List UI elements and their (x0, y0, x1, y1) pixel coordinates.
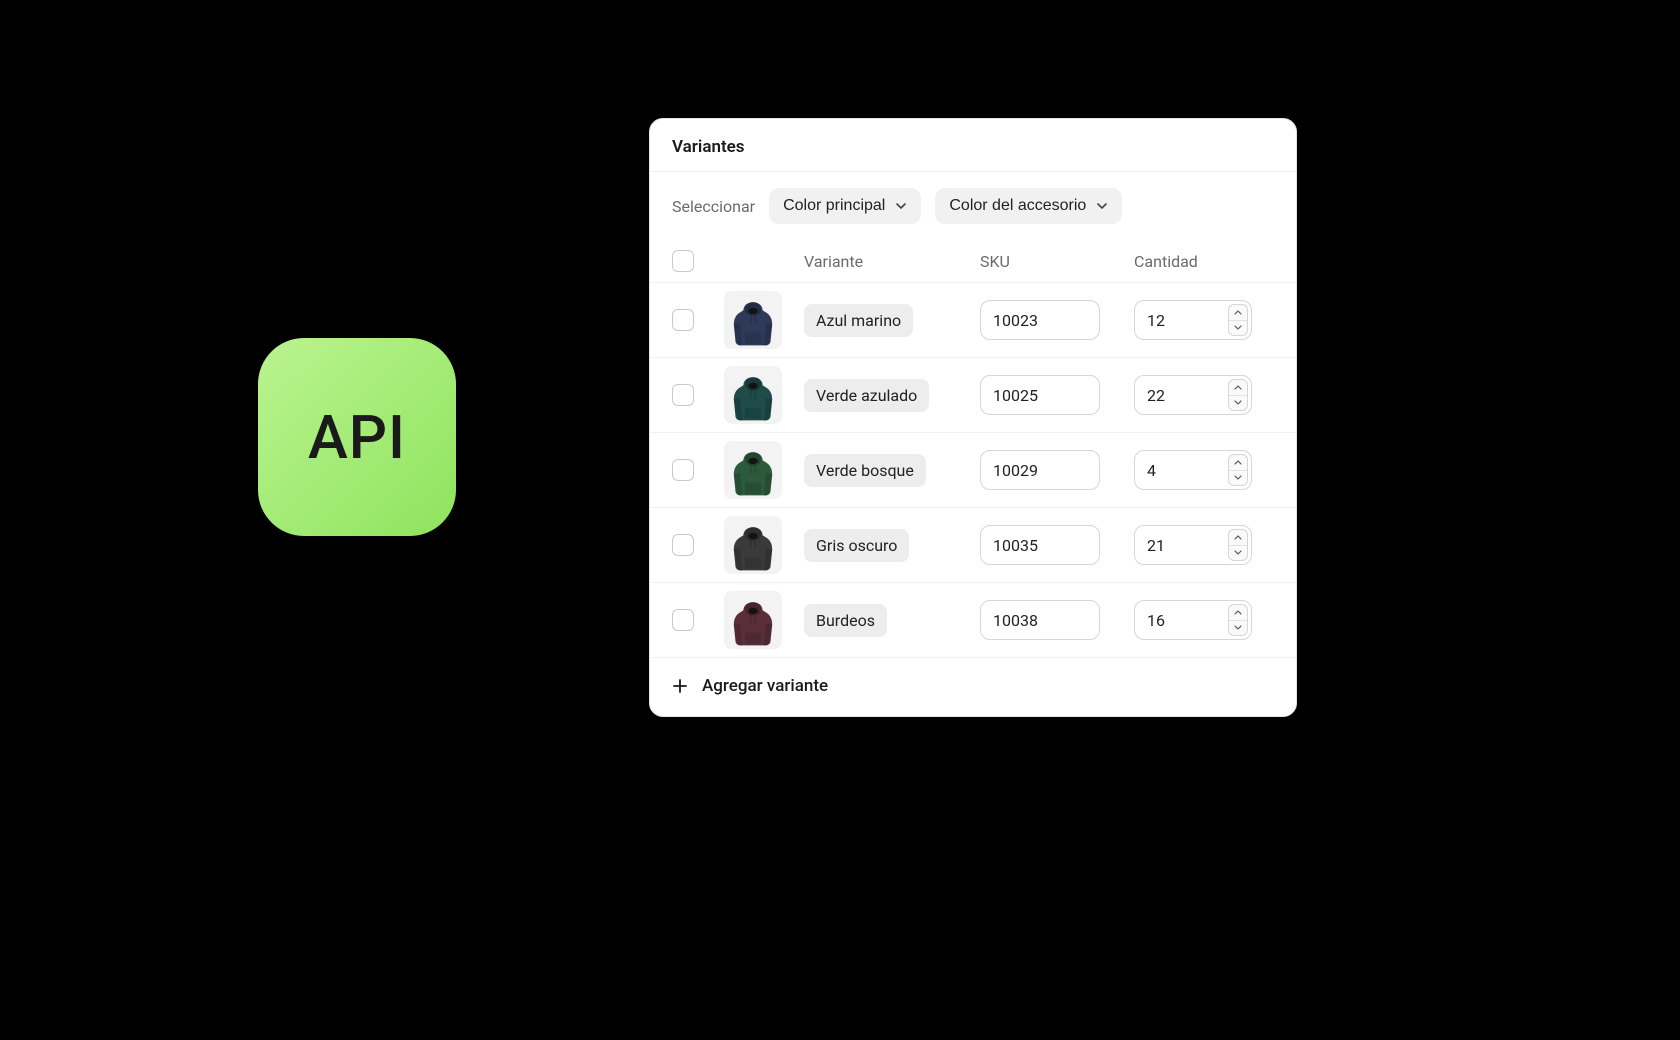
chevron-up-icon (1234, 460, 1242, 465)
hoodie-icon (729, 597, 777, 649)
chevron-down-icon (1234, 550, 1242, 555)
hoodie-icon (729, 447, 777, 499)
table-row: Verde azulado 10025 22 (650, 357, 1296, 432)
variant-name-chip: Verde bosque (804, 454, 926, 487)
stepper-down-button[interactable] (1229, 471, 1247, 486)
chevron-up-icon (1234, 535, 1242, 540)
table-header: Variante SKU Cantidad (650, 240, 1296, 282)
chevron-up-icon (1234, 310, 1242, 315)
primary-color-select-label: Color principal (783, 197, 885, 215)
sku-input[interactable]: 10029 (980, 450, 1100, 490)
add-variant-label: Agregar variante (702, 676, 828, 696)
stepper-up-button[interactable] (1229, 605, 1247, 621)
column-header-variant: Variante (804, 252, 976, 271)
quantity-stepper[interactable]: 16 (1134, 600, 1252, 640)
chevron-down-icon (1234, 325, 1242, 330)
row-checkbox[interactable] (672, 534, 694, 556)
variant-thumbnail (724, 591, 782, 649)
sku-input[interactable]: 10035 (980, 525, 1100, 565)
variant-name-chip: Verde azulado (804, 379, 929, 412)
hoodie-icon (729, 372, 777, 424)
quantity-stepper[interactable]: 21 (1134, 525, 1252, 565)
table-body: Azul marino 10023 12 Verde azulado 10025… (650, 282, 1296, 657)
hoodie-icon (729, 297, 777, 349)
row-checkbox[interactable] (672, 309, 694, 331)
variant-thumbnail (724, 366, 782, 424)
api-badge-label: API (308, 402, 406, 473)
stepper-up-button[interactable] (1229, 380, 1247, 396)
stepper-down-button[interactable] (1229, 396, 1247, 411)
chevron-up-icon (1234, 610, 1242, 615)
table-row: Burdeos 10038 16 (650, 582, 1296, 657)
table-row: Gris oscuro 10035 21 (650, 507, 1296, 582)
add-variant-button[interactable]: Agregar variante (650, 657, 1296, 716)
variant-name-chip: Gris oscuro (804, 529, 909, 562)
table-row: Verde bosque 10029 4 (650, 432, 1296, 507)
variant-thumbnail (724, 441, 782, 499)
stepper-up-button[interactable] (1229, 455, 1247, 471)
chevron-up-icon (1234, 385, 1242, 390)
accessory-color-select[interactable]: Color del accesorio (935, 188, 1122, 224)
chevron-down-icon (1234, 400, 1242, 405)
select-all-checkbox[interactable] (672, 250, 694, 272)
row-checkbox[interactable] (672, 459, 694, 481)
chevron-down-icon (1096, 200, 1108, 212)
variant-name-chip: Burdeos (804, 604, 887, 637)
chevron-down-icon (1234, 475, 1242, 480)
variant-thumbnail (724, 291, 782, 349)
stepper-down-button[interactable] (1229, 321, 1247, 336)
variants-card: Variantes Seleccionar Color principal Co… (649, 118, 1297, 717)
stepper-up-button[interactable] (1229, 305, 1247, 321)
chevron-down-icon (1234, 625, 1242, 630)
stepper-down-button[interactable] (1229, 546, 1247, 561)
column-header-sku: SKU (980, 252, 1130, 271)
accessory-color-select-label: Color del accesorio (949, 197, 1086, 215)
primary-color-select[interactable]: Color principal (769, 188, 921, 224)
row-checkbox[interactable] (672, 384, 694, 406)
sku-input[interactable]: 10023 (980, 300, 1100, 340)
table-row: Azul marino 10023 12 (650, 282, 1296, 357)
sku-input[interactable]: 10038 (980, 600, 1100, 640)
quantity-stepper[interactable]: 12 (1134, 300, 1252, 340)
stepper-up-button[interactable] (1229, 530, 1247, 546)
plus-icon (672, 678, 688, 694)
card-title: Variantes (650, 119, 1296, 172)
filter-row: Seleccionar Color principal Color del ac… (650, 172, 1296, 240)
filter-label: Seleccionar (672, 197, 755, 216)
stepper-down-button[interactable] (1229, 621, 1247, 636)
column-header-qty: Cantidad (1134, 252, 1274, 271)
variant-thumbnail (724, 516, 782, 574)
variant-name-chip: Azul marino (804, 304, 913, 337)
api-badge: API (258, 338, 456, 536)
row-checkbox[interactable] (672, 609, 694, 631)
quantity-stepper[interactable]: 4 (1134, 450, 1252, 490)
sku-input[interactable]: 10025 (980, 375, 1100, 415)
quantity-stepper[interactable]: 22 (1134, 375, 1252, 415)
hoodie-icon (729, 522, 777, 574)
chevron-down-icon (895, 200, 907, 212)
